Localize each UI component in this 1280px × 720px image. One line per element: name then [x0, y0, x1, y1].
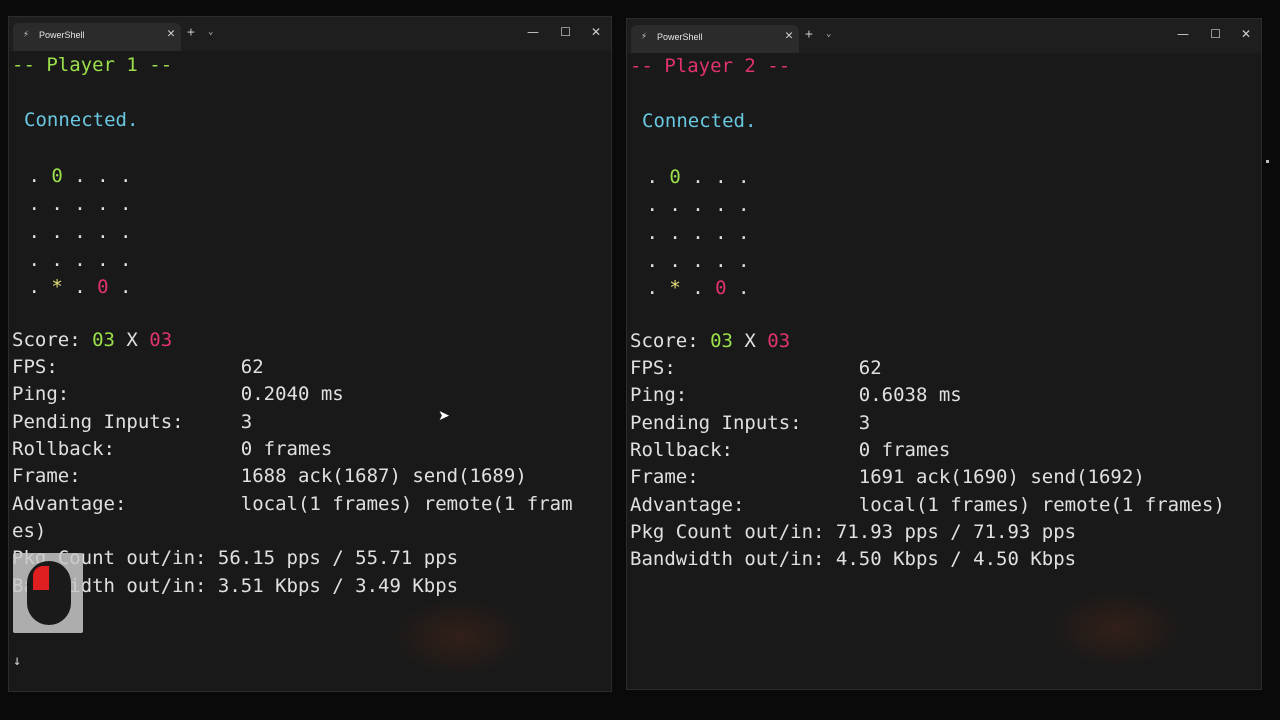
ball: * — [669, 277, 681, 299]
board-row: . 0 . . . — [635, 166, 750, 188]
minimize-icon[interactable]: — — [1177, 27, 1189, 41]
stat-bandwidth: Bandwidth out/in: 4.50 Kbps / 4.50 Kbps — [630, 548, 1077, 570]
minimize-icon[interactable]: — — [527, 25, 539, 39]
stat-rollback: Rollback: 0 frames — [12, 438, 333, 460]
stat-advantage: Advantage: local(1 frames) remote(1 fram — [12, 493, 573, 515]
player-header: -- Player 2 -- — [630, 55, 791, 77]
title-bar[interactable]: ⚡ PowerShell ✕ + ⌄ — ☐ ✕ — [9, 17, 611, 51]
terminal-window-player1[interactable]: ⚡ PowerShell ✕ + ⌄ — ☐ ✕ -- Player 1 -- … — [8, 16, 612, 692]
score-line: Score: 03 X 03 — [12, 329, 173, 351]
scroll-dot — [1266, 160, 1269, 163]
stat-pkg-count: Pkg Count out/in: 71.93 pps / 71.93 pps — [630, 521, 1077, 543]
stat-frame: Frame: 1691 ack(1690) send(1692) — [630, 466, 1145, 488]
tab-title: PowerShell — [657, 32, 703, 42]
powershell-icon: ⚡ — [641, 31, 648, 42]
board-row: . . . . . — [17, 249, 132, 271]
stat-pending-inputs: Pending Inputs: 3 — [12, 411, 253, 433]
player-header: -- Player 1 -- — [12, 54, 173, 76]
stat-pending-inputs: Pending Inputs: 3 — [630, 412, 871, 434]
plus-icon[interactable]: + — [187, 25, 195, 40]
chevron-down-icon[interactable]: ⌄ — [826, 29, 831, 39]
flame-watermark — [389, 597, 529, 677]
score-line: Score: 03 X 03 — [630, 330, 791, 352]
board-row: . . . . . — [17, 221, 132, 243]
stat-fps: FPS: 62 — [12, 356, 264, 378]
close-icon[interactable]: ✕ — [167, 26, 175, 41]
cursor-icon: ➤ — [438, 408, 450, 424]
stat-rollback: Rollback: 0 frames — [630, 439, 951, 461]
score-p2: 03 — [767, 330, 791, 352]
score-p1: 03 — [92, 329, 115, 351]
title-bar[interactable]: ⚡ PowerShell ✕ + ⌄ — ☐ ✕ — [627, 19, 1261, 53]
stat-ping: Ping: 0.2040 ms — [12, 383, 344, 405]
maximize-icon[interactable]: ☐ — [1210, 27, 1221, 41]
score-p2: 03 — [149, 329, 173, 351]
ball: * — [51, 276, 63, 298]
connection-status: Connected. — [642, 110, 757, 132]
score-p1: 03 — [710, 330, 733, 352]
terminal-window-player2[interactable]: ⚡ PowerShell ✕ + ⌄ — ☐ ✕ -- Player 2 -- … — [626, 18, 1262, 690]
board-row: . . . . . — [635, 222, 750, 244]
close-icon[interactable]: ✕ — [785, 28, 793, 43]
stat-ping: Ping: 0.6038 ms — [630, 384, 962, 406]
tab-powershell[interactable]: ⚡ PowerShell ✕ — [13, 23, 181, 51]
maximize-icon[interactable]: ☐ — [560, 25, 571, 39]
stat-frame: Frame: 1688 ack(1687) send(1689) — [12, 465, 527, 487]
board-row: . . . . . — [17, 193, 132, 215]
powershell-icon: ⚡ — [23, 29, 30, 40]
board-row: . * . 0 . — [17, 276, 132, 298]
scroll-down-icon[interactable]: ↓ — [13, 653, 21, 669]
board-row: . * . 0 . — [635, 277, 750, 299]
stat-advantage: Advantage: local(1 frames) remote(1 fram… — [630, 494, 1225, 516]
board-row: . . . . . — [635, 250, 750, 272]
board-row: . . . . . — [635, 194, 750, 216]
close-icon[interactable]: ✕ — [1241, 27, 1251, 41]
tab-powershell[interactable]: ⚡ PowerShell ✕ — [631, 25, 799, 53]
plus-icon[interactable]: + — [805, 27, 813, 42]
connection-status: Connected. — [24, 109, 139, 131]
stat-fps: FPS: 62 — [630, 357, 882, 379]
chevron-down-icon[interactable]: ⌄ — [208, 27, 213, 37]
board-row: . 0 . . . — [17, 165, 132, 187]
close-icon[interactable]: ✕ — [591, 25, 601, 39]
flame-watermark — [1047, 589, 1187, 669]
mouse-icon — [13, 553, 83, 633]
stat-advantage-wrap: es) — [12, 520, 47, 542]
tab-title: PowerShell — [39, 30, 85, 40]
